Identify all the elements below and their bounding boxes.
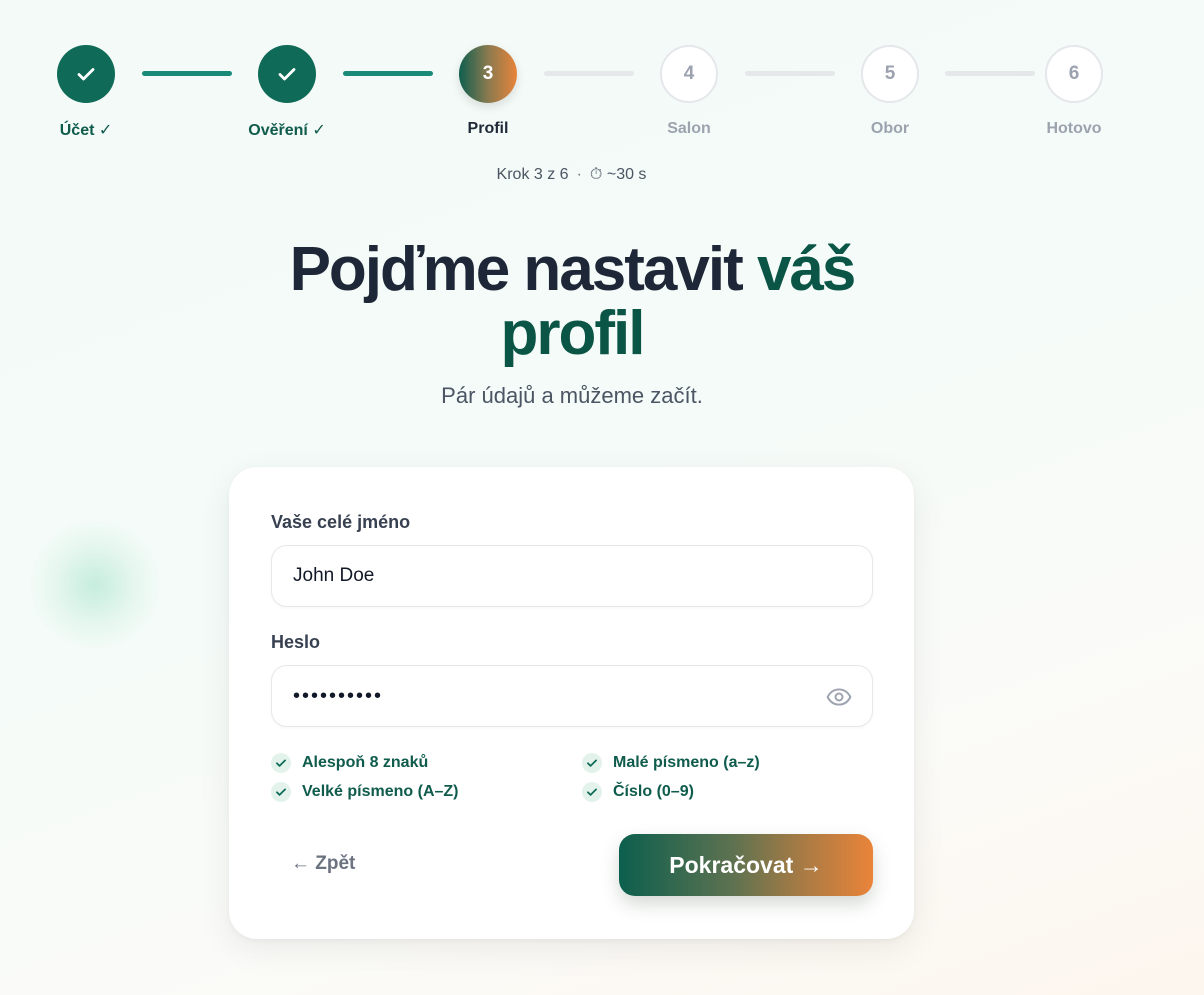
password-input[interactable] [272,666,872,726]
check-icon [582,753,602,773]
back-button[interactable]: ← Zpět [291,853,355,875]
step-2-circle[interactable] [258,45,316,103]
checkmark-icon [77,68,95,81]
step-counter: Krok 3 z 6 [496,166,569,183]
separator: · [576,166,582,183]
step-label-profil: Profil [467,120,509,137]
check-icon [582,782,602,802]
check-icon [271,782,291,802]
requirement-number: Číslo (0–9) [582,782,694,802]
step-connector [544,71,634,76]
step-number: 4 [683,63,695,84]
password-label: Heslo [271,632,321,652]
step-label-salon: Salon [667,120,711,137]
step-connector [945,71,1035,76]
requirement-text: Alespoň 8 znaků [302,754,429,771]
page-subtitle: Pár údajů a můžeme začít. [441,383,703,408]
step-1-circle[interactable] [57,45,115,103]
step-5-circle: 5 [861,45,919,103]
profile-form-card: Vaše celé jméno Heslo Alespoň 8 znaků Ma… [229,467,914,939]
requirement-text: Velké písmeno (A–Z) [302,783,459,800]
requirement-text: Číslo (0–9) [613,783,694,800]
continue-button[interactable]: Pokračovat → [619,834,873,896]
step-label-ucet[interactable]: Účet ✓ [16,120,156,140]
page-title: Pojďme nastavit váš profil [230,238,914,366]
requirement-uppercase: Velké písmeno (A–Z) [271,782,459,802]
step-label-overeni[interactable]: Ověření ✓ [217,120,357,140]
step-3-circle: 3 [459,45,517,103]
step-number: 5 [884,63,896,84]
step-6-circle: 6 [1045,45,1103,103]
requirement-text: Malé písmeno (a–z) [613,754,760,771]
step-number: 3 [482,63,494,84]
requirement-lowercase: Malé písmeno (a–z) [582,753,760,773]
step-connector [343,71,433,76]
eye-icon[interactable] [826,684,852,710]
step-connector [142,71,232,76]
stopwatch-icon: ⏱ [589,166,603,183]
requirement-min-length: Alespoň 8 znaků [271,753,428,773]
time-estimate: ~30 s [606,166,647,183]
decorative-blob [30,520,160,650]
step-label-hotovo: Hotovo [1046,120,1102,137]
step-progress-info: Krok 3 z 6 · ⏱ ~30 s [0,166,1143,184]
step-4-circle: 4 [660,45,718,103]
step-connector [745,71,835,76]
name-input[interactable] [272,546,872,606]
checkmark-icon [278,68,296,81]
step-number: 6 [1068,63,1080,84]
name-label: Vaše celé jméno [271,512,411,532]
name-field-wrapper [271,545,873,607]
title-main: Pojďme nastavit [289,235,757,304]
password-field-wrapper [271,665,873,727]
step-label-obor: Obor [870,120,910,137]
check-icon [271,753,291,773]
